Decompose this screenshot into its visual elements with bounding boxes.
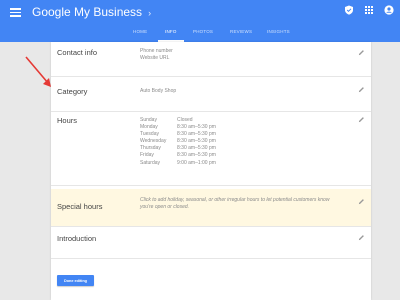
day-name: Wednesday (140, 138, 167, 145)
category-value: Auto Body Shop (140, 88, 177, 94)
pencil-icon[interactable] (358, 198, 365, 205)
day-name: Monday (140, 124, 158, 131)
hours-table: Sunday Closed Monday 8:30 am–5:30 pm Tuesd… (140, 117, 216, 167)
day-hours: Closed (177, 117, 193, 123)
hours-entry: Friday 8:30 am–5:30 pm (140, 152, 216, 159)
pencil-icon[interactable] (358, 86, 365, 93)
app-bar: Google My Business › HOME INFO PHOTOS REV… (0, 0, 400, 42)
contact-info-row[interactable]: Contact info Phone number Website URL (51, 42, 371, 77)
day-name: Tuesday (140, 131, 159, 138)
chevron-right-icon: › (148, 8, 152, 18)
day-name: Friday (140, 152, 154, 159)
day-name: Sunday (140, 117, 157, 123)
phone-number-field: Phone number (140, 48, 173, 54)
hours-entry: Wednesday 8:30 am–5:30 pm (140, 138, 216, 145)
special-hours-label: Special hours (57, 202, 103, 211)
day-hours: 8:30 am–5:30 pm (177, 124, 216, 131)
hours-entry: Tuesday 8:30 am–5:30 pm (140, 131, 216, 138)
menu-icon[interactable] (10, 8, 21, 17)
tab-home[interactable]: HOME (133, 29, 147, 34)
info-panel: Contact info Phone number Website URL Ca… (51, 42, 371, 300)
account-icon[interactable] (384, 5, 394, 15)
hours-entry: Sunday Closed (140, 117, 216, 124)
contact-info-label: Contact info (57, 48, 98, 57)
hours-entry: Saturday 9:00 am–1:00 pm (140, 160, 216, 167)
category-row[interactable]: Category Auto Body Shop (51, 77, 371, 112)
website-url-field: Website URL (140, 55, 170, 61)
day-hours: 8:30 am–5:30 pm (177, 138, 216, 145)
tab-reviews[interactable]: REVIEWS (230, 29, 252, 34)
pencil-icon[interactable] (358, 116, 365, 123)
hours-entry: Monday 8:30 am–5:30 pm (140, 124, 216, 131)
hours-row[interactable]: Hours Sunday Closed Monday 8:30 am–5:30 pm… (51, 112, 371, 186)
day-hours: 8:30 am–5:30 pm (177, 131, 216, 138)
tab-insights[interactable]: INSIGHTS (267, 29, 290, 34)
pencil-icon[interactable] (358, 49, 365, 56)
day-name: Thursday (140, 145, 161, 152)
hours-entry: Thursday 8:30 am–5:30 pm (140, 145, 216, 152)
done-editing-button[interactable]: Done editing (57, 275, 94, 286)
category-label: Category (57, 87, 88, 96)
day-name: Saturday (140, 159, 161, 166)
apps-grid-icon[interactable] (364, 5, 374, 15)
hours-label: Hours (57, 116, 78, 125)
day-hours: 8:30 am–5:30 pm (177, 152, 216, 159)
day-hours: 9:00 am–1:00 pm (177, 159, 216, 166)
introduction-label: Introduction (57, 234, 97, 243)
introduction-row[interactable]: Introduction (51, 228, 371, 259)
tab-photos[interactable]: PHOTOS (193, 29, 213, 34)
tab-bar: HOME INFO PHOTOS REVIEWS INSIGHTS (0, 29, 400, 42)
contact-values: Phone number Website URL (140, 48, 173, 62)
pencil-icon[interactable] (358, 234, 365, 241)
shield-check-icon[interactable] (344, 5, 354, 15)
brand-label: Google My Business (32, 5, 143, 19)
day-hours: 8:30 am–5:30 pm (177, 145, 216, 152)
app-title[interactable]: Google My Business › (32, 5, 151, 19)
special-hours-hint: Click to add holiday, seasonal, or other… (140, 197, 330, 210)
red-arrow-annotation (25, 56, 51, 87)
tab-info[interactable]: INFO (165, 29, 177, 34)
special-hours-row[interactable]: Special hours Click to add holiday, seas… (51, 189, 371, 227)
